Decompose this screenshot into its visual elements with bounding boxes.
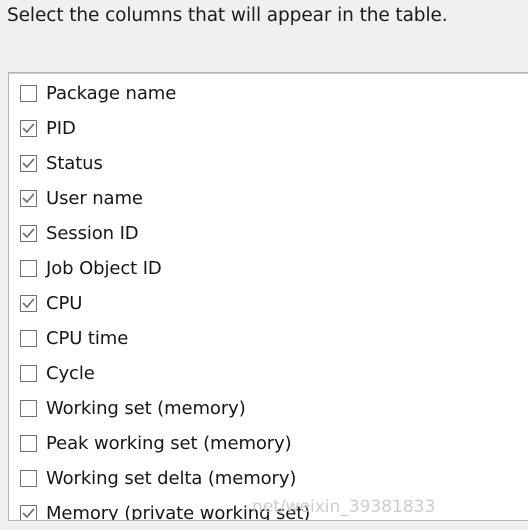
list-item[interactable]: Peak working set (memory): [9, 426, 528, 461]
column-list[interactable]: Package name PID Status User name Session ID…: [8, 72, 528, 521]
list-item-label: Session ID: [46, 222, 139, 244]
list-item[interactable]: CPU: [9, 286, 528, 321]
checkbox-checked-icon[interactable]: [20, 295, 37, 312]
checkbox-checked-icon[interactable]: [20, 155, 37, 172]
list-item-label: PID: [46, 117, 76, 139]
checkbox-unchecked-icon[interactable]: [20, 85, 37, 102]
list-item[interactable]: Session ID: [9, 216, 528, 251]
list-item[interactable]: PID: [9, 111, 528, 146]
list-item-label: CPU time: [46, 327, 129, 349]
checkbox-checked-icon[interactable]: [20, 190, 37, 207]
list-item-label: Memory (private working set): [46, 502, 311, 521]
list-item-label: Peak working set (memory): [46, 432, 292, 454]
list-item[interactable]: Job Object ID: [9, 251, 528, 286]
checkbox-checked-icon[interactable]: [20, 225, 37, 242]
list-item[interactable]: User name: [9, 181, 528, 216]
checkbox-unchecked-icon[interactable]: [20, 400, 37, 417]
list-item[interactable]: Cycle: [9, 356, 528, 391]
list-item-label: Status: [46, 152, 103, 174]
list-item[interactable]: CPU time: [9, 321, 528, 356]
page-title: Select the columns that will appear in t…: [7, 5, 448, 26]
checkbox-checked-icon[interactable]: [20, 505, 37, 520]
list-item[interactable]: Working set delta (memory): [9, 461, 528, 496]
list-item-label: User name: [46, 187, 143, 209]
list-item-label: Package name: [46, 82, 177, 104]
list-item[interactable]: Status: [9, 146, 528, 181]
list-item[interactable]: Working set (memory): [9, 391, 528, 426]
checkbox-unchecked-icon[interactable]: [20, 330, 37, 347]
checkbox-unchecked-icon[interactable]: [20, 365, 37, 382]
list-item-label: CPU: [46, 292, 83, 314]
list-item[interactable]: Package name: [9, 76, 528, 111]
column-selection-dialog: Select the columns that will appear in t…: [0, 0, 528, 530]
list-item-label: Cycle: [46, 362, 95, 384]
list-item-label: Working set (memory): [46, 397, 246, 419]
list-item[interactable]: Memory (private working set): [9, 496, 528, 521]
checkbox-checked-icon[interactable]: [20, 120, 37, 137]
checkbox-unchecked-icon[interactable]: [20, 435, 37, 452]
column-list-items: Package name PID Status User name Session ID…: [9, 73, 528, 521]
checkbox-unchecked-icon[interactable]: [20, 470, 37, 487]
list-item-label: Job Object ID: [46, 257, 162, 279]
list-item-label: Working set delta (memory): [46, 467, 297, 489]
checkbox-unchecked-icon[interactable]: [20, 260, 37, 277]
